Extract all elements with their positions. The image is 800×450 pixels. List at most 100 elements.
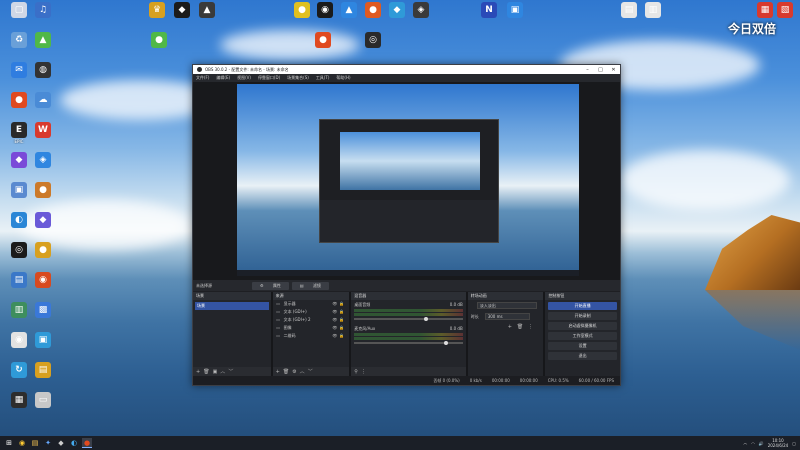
taskbar-app-icon[interactable]: ✦ — [43, 438, 53, 448]
source-item[interactable]: ▭ 二维码 👁🔒 — [273, 332, 350, 340]
desktop-icon[interactable]: ◈ — [26, 152, 60, 169]
taskbar-app-icon[interactable]: ◉ — [17, 438, 27, 448]
filter-icon[interactable]: ▣ — [213, 369, 218, 375]
chevron-up-icon[interactable]: ︿ — [300, 368, 305, 375]
clock[interactable]: 10:10 2024/6/24 — [768, 438, 789, 448]
desktop-icon[interactable]: ▥ — [636, 2, 670, 19]
maximize-icon[interactable]: □ — [594, 67, 607, 73]
visibility-lock-icons[interactable]: 👁🔒 — [332, 308, 346, 316]
slider-knob[interactable] — [444, 341, 449, 345]
more-icon[interactable]: ⋮ — [528, 324, 533, 330]
gear-icon[interactable]: ⚙ — [292, 369, 296, 375]
app-icon: ▤ — [621, 2, 637, 18]
chevron-up-icon[interactable]: ︿ — [743, 440, 747, 446]
desktop-icon[interactable]: ♫ — [26, 2, 60, 19]
menu-file[interactable]: 文件(F) — [196, 75, 209, 81]
close-icon[interactable]: ✕ — [607, 67, 620, 73]
obs-window[interactable]: OBS 30.0.2 - 配置文件: 未命名 - 场景: 未命名 – □ ✕ 文… — [192, 64, 621, 386]
chevron-up-icon[interactable]: ︿ — [220, 368, 225, 375]
desktop-icon[interactable]: ◍ — [26, 62, 60, 79]
volume-icon[interactable]: 🔊 — [759, 441, 764, 446]
menu-help[interactable]: 帮助(H) — [336, 75, 350, 81]
settings-button[interactable]: 设置 — [548, 342, 617, 350]
start-recording-button[interactable]: 开始录制 — [548, 312, 617, 320]
title-bar[interactable]: OBS 30.0.2 - 配置文件: 未命名 - 场景: 未命名 – □ ✕ — [193, 65, 620, 74]
desktop-icon[interactable]: ◎ — [356, 32, 390, 49]
volume-slider[interactable] — [354, 317, 463, 321]
desktop-icon[interactable]: ◈ — [404, 2, 438, 19]
taskbar-app-icon[interactable]: ◐ — [69, 438, 79, 448]
more-icon[interactable]: ⋮ — [361, 369, 366, 375]
transitions-header: 转场动画 — [467, 292, 544, 300]
link-icon[interactable]: ⚲ — [354, 369, 358, 375]
menu-edit[interactable]: 编辑(E) — [216, 75, 230, 81]
app-icon: ◆ — [11, 152, 27, 168]
duration-input[interactable]: 300 ms — [484, 313, 530, 320]
controls-dock: 控制按钮 开始直播 开始录制 启动虚拟摄像机 工作室模式 设置 退出 — [545, 292, 620, 376]
chevron-down-icon[interactable]: ﹀ — [228, 368, 233, 375]
desktop-icon[interactable]: ☁ — [26, 92, 60, 109]
visibility-lock-icons[interactable]: 👁🔒 — [332, 332, 346, 340]
visibility-lock-icons[interactable]: 👁🔒 — [332, 300, 346, 308]
volume-slider[interactable] — [354, 341, 463, 345]
app-icon: ▤ — [35, 362, 51, 378]
desktop-icon[interactable]: ● — [26, 242, 60, 259]
desktop-icon[interactable]: ▲ — [190, 2, 224, 19]
add-icon[interactable]: + — [276, 369, 280, 375]
menu-docks[interactable]: 停靠窗口(D) — [258, 75, 280, 81]
sources-header: 来源 — [272, 292, 350, 300]
desktop-icon[interactable]: ◆ — [26, 212, 60, 229]
menu-view[interactable]: 视图(V) — [237, 75, 251, 81]
desktop-icon[interactable]: ● — [26, 182, 60, 199]
desktop-icon[interactable]: ● — [306, 32, 340, 49]
volume-meter — [354, 333, 463, 336]
taskbar-app-icon[interactable]: ▤ — [30, 438, 40, 448]
studio-mode-button[interactable]: 工作室模式 — [548, 332, 617, 340]
app-icon: ● — [365, 2, 381, 18]
desktop-icon[interactable]: ▲ — [26, 32, 60, 49]
preview-canvas[interactable] — [237, 84, 579, 276]
start-button[interactable]: ⊞ — [4, 438, 14, 448]
visibility-lock-icons[interactable]: 👁🔒 — [332, 324, 346, 332]
app-icon: ▲ — [199, 2, 215, 18]
menu-scene-collection[interactable]: 场景集合(S) — [287, 75, 309, 81]
taskbar-app-icon[interactable]: ◆ — [56, 438, 66, 448]
system-tray: ︿ ◠ 🔊 10:10 2024/6/24 ▢ — [743, 438, 800, 448]
trash-icon[interactable]: 🗑 — [517, 324, 523, 330]
network-icon[interactable]: ◠ — [751, 441, 755, 446]
desktop-icon[interactable]: ▤ — [26, 362, 60, 379]
start-streaming-button[interactable]: 开始直播 — [548, 302, 617, 310]
add-icon[interactable]: + — [508, 324, 512, 330]
slider-knob[interactable] — [424, 317, 429, 321]
transition-type-select[interactable]: 淡入淡出 — [476, 302, 537, 309]
chevron-down-icon[interactable]: ﹀ — [308, 368, 313, 375]
desktop-icon[interactable]: ▧ — [768, 2, 800, 19]
source-item[interactable]: ▭ 显示器 👁🔒 — [273, 300, 350, 308]
desktop-icon[interactable]: ◉ — [26, 272, 60, 289]
minimize-icon[interactable]: – — [581, 67, 594, 73]
menu-tools[interactable]: 工具(T) — [316, 75, 330, 81]
source-item[interactable]: ▭ 文本 (GDI+) 2 👁🔒 — [273, 316, 350, 324]
trash-icon[interactable]: 🗑 — [283, 369, 289, 375]
taskbar-app-icon[interactable]: ● — [82, 438, 92, 448]
desktop-icon[interactable]: ● — [142, 32, 176, 49]
scenes-dock: 场景 场景 + 🗑 ▣ ︿ ﹀ — [193, 292, 271, 376]
desktop-icon[interactable]: ▣ — [26, 332, 60, 349]
start-virtual-camera-button[interactable]: 启动虚拟摄像机 — [548, 322, 617, 330]
source-item[interactable]: ▭ 文本 (GDI+) 👁🔒 — [273, 308, 350, 316]
trash-icon[interactable]: 🗑 — [203, 369, 209, 375]
exit-button[interactable]: 退出 — [548, 352, 617, 360]
visibility-lock-icons[interactable]: 👁🔒 — [332, 316, 346, 324]
desktop-icon[interactable]: ▭ — [26, 392, 60, 409]
duration-label: 时长 — [470, 313, 479, 319]
notification-icon[interactable]: ▢ — [792, 441, 796, 446]
desktop-icon[interactable]: ▣ — [498, 2, 532, 19]
properties-button[interactable]: ⚙ 属性 — [252, 281, 289, 290]
add-icon[interactable]: + — [196, 369, 200, 375]
app-icon: ◐ — [11, 212, 27, 228]
desktop-icon[interactable]: W — [26, 122, 60, 139]
scene-item[interactable]: 场景 — [195, 302, 269, 310]
desktop-icon[interactable]: ▩ — [26, 302, 60, 319]
filters-button[interactable]: ▤ 滤镜 — [291, 281, 329, 290]
source-item[interactable]: ▭ 图像 👁🔒 — [273, 324, 350, 332]
